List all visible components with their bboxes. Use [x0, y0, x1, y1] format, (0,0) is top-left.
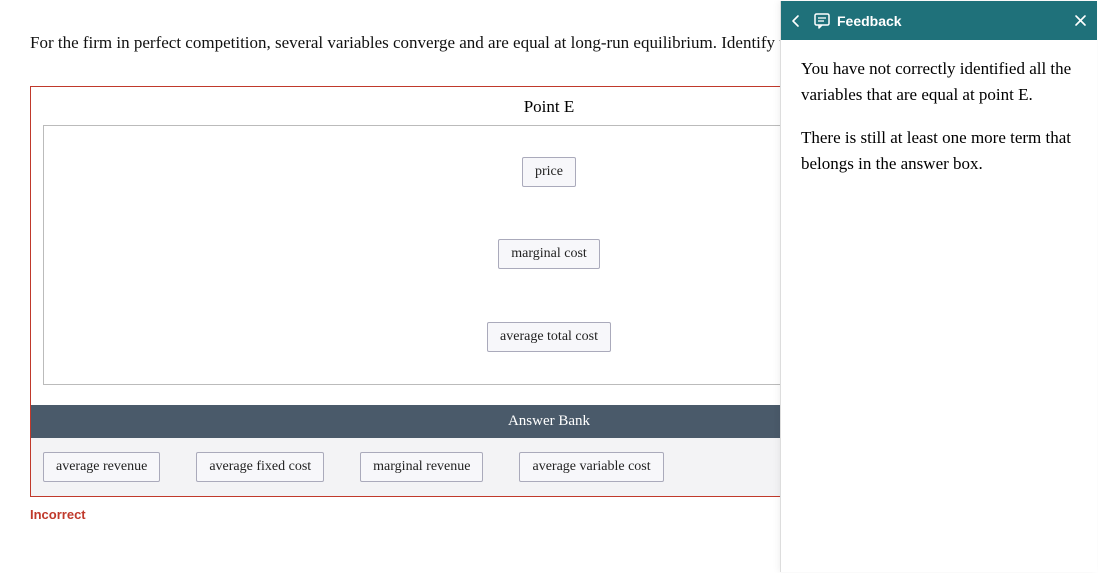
feedback-title: Feedback [837, 13, 1074, 29]
feedback-header: Feedback [781, 1, 1097, 40]
back-icon[interactable] [791, 14, 807, 28]
close-icon[interactable] [1074, 14, 1087, 27]
chip-average-fixed-cost[interactable]: average fixed cost [196, 452, 324, 482]
chip-marginal-cost[interactable]: marginal cost [498, 239, 600, 269]
chip-average-variable-cost[interactable]: average variable cost [519, 452, 663, 482]
chip-average-total-cost[interactable]: average total cost [487, 322, 611, 352]
chip-marginal-revenue[interactable]: marginal revenue [360, 452, 483, 482]
feedback-body: You have not correctly identified all th… [781, 40, 1097, 210]
chip-price[interactable]: price [522, 157, 576, 187]
feedback-paragraph-1: You have not correctly identified all th… [801, 56, 1077, 107]
feedback-panel: Feedback You have not correctly identifi… [780, 1, 1097, 572]
feedback-paragraph-2: There is still at least one more term th… [801, 125, 1077, 176]
chip-average-revenue[interactable]: average revenue [43, 452, 160, 482]
feedback-icon [813, 12, 831, 30]
